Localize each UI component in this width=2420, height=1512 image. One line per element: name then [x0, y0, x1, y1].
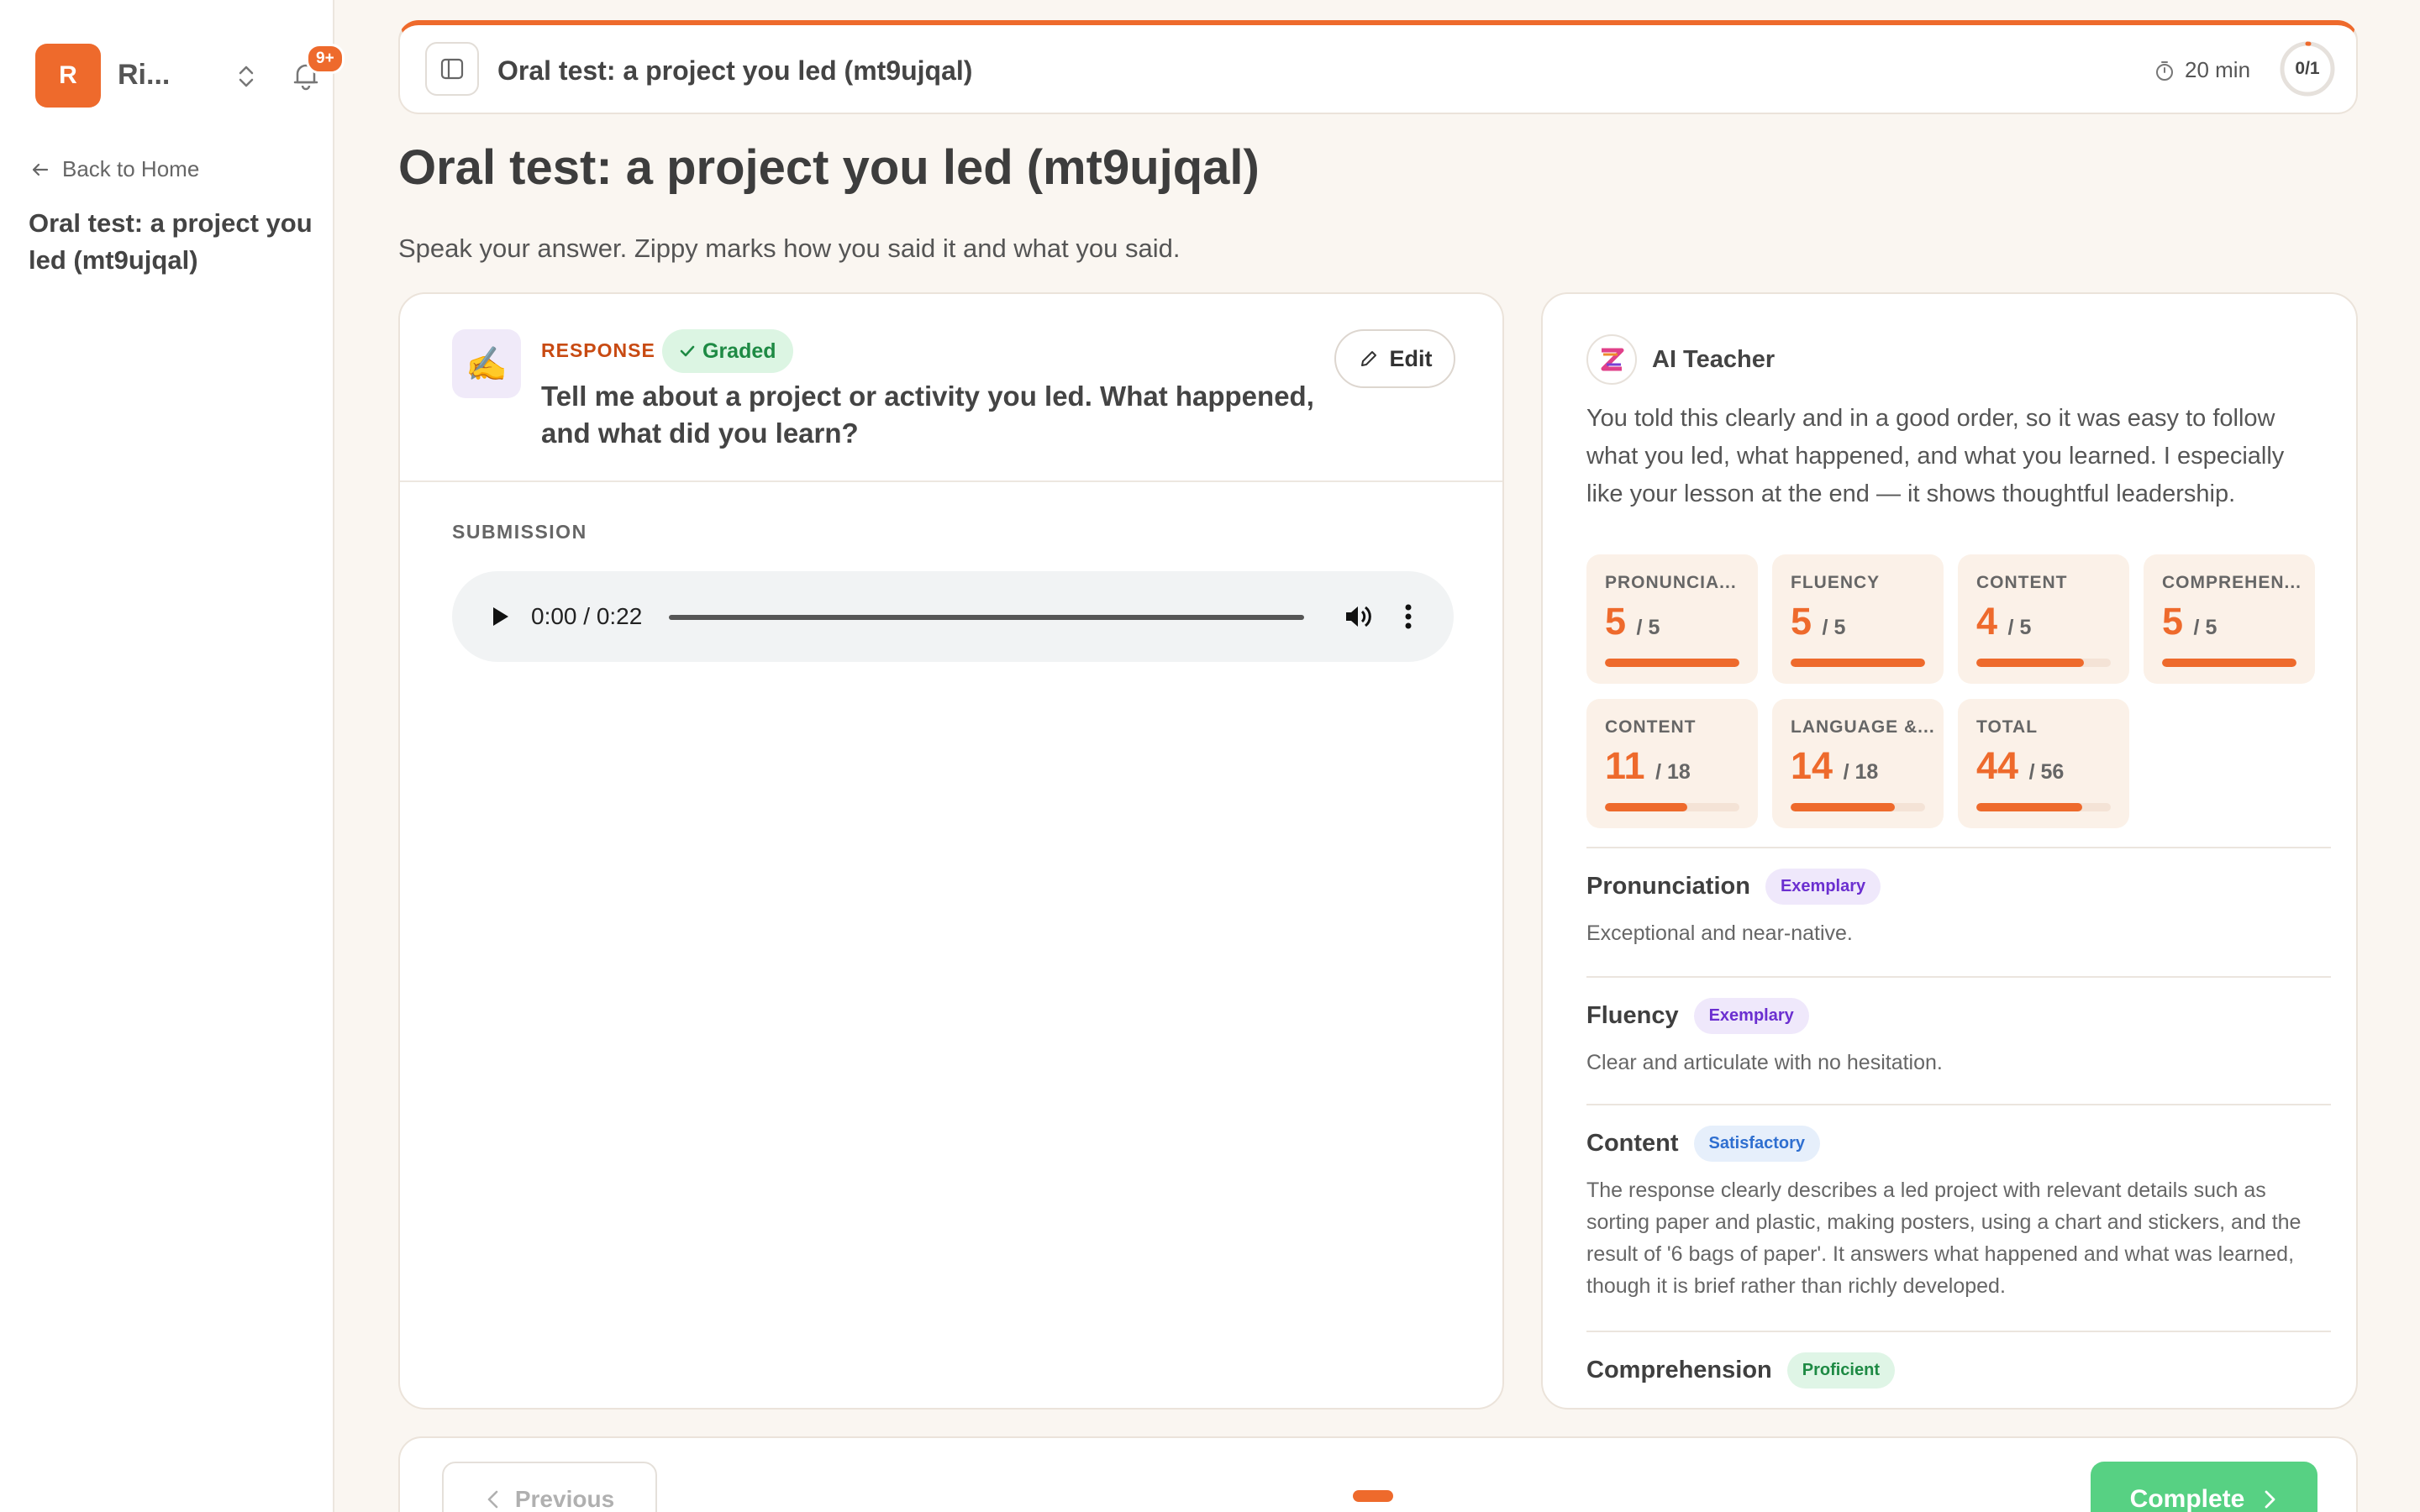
criterion-description: The student shows complete understanding…	[1586, 1401, 2331, 1408]
criterion-description: Clear and articulate with no hesitation.	[1586, 1051, 1943, 1074]
score-name: CONTENT	[1976, 573, 2068, 592]
score-tile: COMPREHEN... 5 / 5	[2144, 554, 2315, 684]
sidebar-toggle-button[interactable]	[425, 42, 479, 96]
zippy-logo-icon	[1586, 334, 1637, 385]
progress-indicator: 0/1	[2279, 40, 2336, 97]
volume-icon[interactable]	[1341, 600, 1375, 633]
score-name: CONTENT	[1605, 717, 1697, 737]
previous-button-label: Previous	[514, 1486, 615, 1512]
criterion-description: The response clearly describes a led pro…	[1586, 1179, 2302, 1298]
score-value: 5 / 5	[2162, 600, 2217, 643]
sidebar-lesson-title[interactable]: Oral test: a project you led (mt9ujqal)	[29, 205, 314, 279]
graded-status-label: Graded	[702, 339, 776, 363]
stopwatch-icon	[2156, 60, 2173, 81]
score-value: 44 / 56	[1976, 744, 2065, 787]
criterion-level-badge: Exemplary	[1693, 998, 1809, 1034]
lesson-footer: Previous Complete	[398, 1436, 2358, 1512]
criterion-content: Content Satisfactory The response clearl…	[1586, 1104, 2331, 1298]
score-tile: LANGUAGE &... 14 / 18	[1772, 699, 1944, 828]
score-name: TOTAL	[1976, 717, 2039, 737]
play-icon[interactable]	[487, 603, 513, 630]
back-to-home-link[interactable]: Back to Home	[30, 156, 199, 182]
pencil-icon	[1360, 351, 1376, 366]
criterion-comprehension: Comprehension Proficient The student sho…	[1586, 1331, 2331, 1408]
audio-seek-bar[interactable]	[669, 615, 1304, 620]
topbar-title: Oral test: a project you led (mt9ujqal)	[497, 55, 973, 86]
score-name: FLUENCY	[1791, 573, 1881, 592]
criterion-name: Fluency	[1586, 1002, 1679, 1029]
score-value: 5 / 5	[1605, 600, 1660, 643]
complete-button[interactable]: Complete	[2091, 1462, 2317, 1512]
criterion-name: Comprehension	[1586, 1357, 1772, 1383]
score-value: 5 / 5	[1791, 600, 1846, 643]
score-value: 14 / 18	[1791, 744, 1879, 787]
criterion-fluency: Fluency Exemplary Clear and articulate w…	[1586, 976, 2331, 1074]
score-name: COMPREHEN...	[2162, 573, 2302, 592]
criterion-name: Content	[1586, 1130, 1679, 1157]
response-card: ✍️ RESPONSE Graded Edit Tell me about a …	[398, 292, 1504, 1410]
criterion-level-badge: Satisfactory	[1693, 1126, 1821, 1162]
score-name: PRONUNCIA...	[1605, 573, 1737, 592]
page-indicator-dot[interactable]	[1353, 1490, 1393, 1502]
score-value: 11 / 18	[1605, 744, 1691, 787]
timer-label: 20 min	[2185, 57, 2251, 82]
sidebar: R Ri... 9+ Back to Home Oral test: a pro…	[0, 0, 345, 1512]
criterion-level-badge: Exemplary	[1765, 869, 1881, 905]
back-to-home-label: Back to Home	[62, 156, 200, 181]
timer: 20 min	[2154, 57, 2250, 83]
score-name: LANGUAGE &...	[1791, 717, 1935, 737]
sidebar-panel-icon	[440, 58, 464, 80]
check-icon	[680, 345, 695, 357]
response-label: RESPONSE	[541, 339, 655, 361]
chevron-left-icon	[487, 1490, 498, 1509]
teacher-feedback: You told this clearly and in a good orde…	[1586, 405, 2285, 507]
writing-hand-icon: ✍️	[452, 329, 521, 398]
score-tile: TOTAL 44 / 56	[1958, 699, 2129, 828]
score-tile: CONTENT 4 / 5	[1958, 554, 2129, 684]
ai-teacher-card: AI Teacher You told this clearly and in …	[1541, 292, 2358, 1410]
page-subtitle: Speak your answer. Zippy marks how you s…	[398, 234, 1181, 263]
score-bar	[1605, 803, 1739, 811]
criterion-description: Exceptional and near-native.	[1586, 921, 1853, 945]
teacher-header: AI Teacher	[1586, 334, 1775, 385]
score-tile: FLUENCY 5 / 5	[1772, 554, 1944, 684]
org-name[interactable]: Ri...	[118, 59, 170, 92]
audio-time: 0:00 / 0:22	[531, 603, 643, 629]
score-bar	[2162, 659, 2296, 667]
complete-button-label: Complete	[2129, 1485, 2245, 1512]
score-bar	[1976, 659, 2111, 667]
criterion-pronunciation: Pronunciation Exemplary Exceptional and …	[1586, 847, 2331, 945]
more-vertical-icon[interactable]	[1400, 601, 1417, 632]
graded-status-badge: Graded	[662, 329, 793, 373]
submission-label: SUBMISSION	[452, 521, 587, 543]
org-switcher[interactable]: R Ri... 9+	[35, 44, 345, 108]
chevron-right-icon	[2265, 1490, 2275, 1509]
teacher-name: AI Teacher	[1652, 345, 1776, 373]
divider	[400, 480, 1502, 482]
score-tile: CONTENT 11 / 18	[1586, 699, 1758, 828]
edit-button[interactable]: Edit	[1334, 329, 1455, 388]
criterion-level-badge: Proficient	[1786, 1352, 1895, 1389]
notification-badge: 9+	[306, 44, 345, 74]
score-bar	[1791, 803, 1925, 811]
question-prompt: Tell me about a project or activity you …	[541, 381, 1314, 449]
audio-player[interactable]: 0:00 / 0:22	[452, 571, 1454, 662]
arrow-left-icon	[32, 163, 49, 176]
previous-button[interactable]: Previous	[442, 1462, 657, 1512]
score-bar	[1976, 803, 2111, 811]
progress-label: 0/1	[2295, 59, 2320, 78]
edit-button-label: Edit	[1389, 345, 1433, 371]
org-avatar[interactable]: R	[35, 44, 101, 108]
score-tile: PRONUNCIA... 5 / 5	[1586, 554, 1758, 684]
score-bar	[1791, 659, 1925, 667]
page-title: Oral test: a project you led (mt9ujqal)	[398, 140, 1260, 195]
score-bar	[1605, 659, 1739, 667]
score-value: 4 / 5	[1976, 600, 2032, 643]
criterion-name: Pronunciation	[1586, 873, 1750, 900]
chevron-up-down-icon[interactable]	[234, 62, 259, 91]
lesson-topbar: Oral test: a project you led (mt9ujqal) …	[398, 20, 2358, 114]
